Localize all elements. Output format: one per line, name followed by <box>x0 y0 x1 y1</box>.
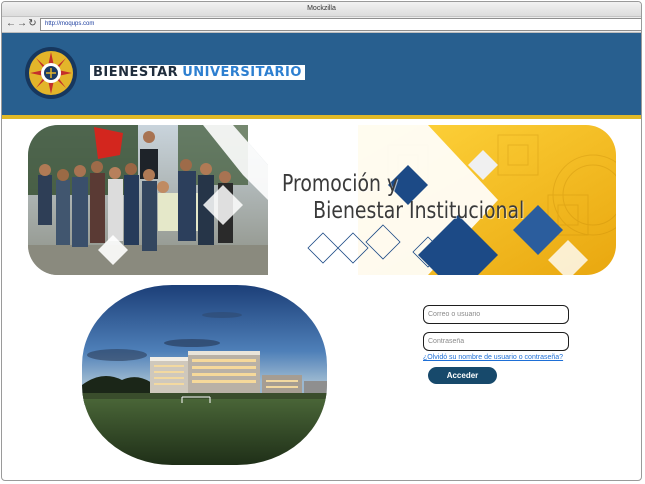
brand-logo: BIENESTAR UNIVERSITARIO <box>90 65 305 80</box>
forward-arrow-icon[interactable]: → <box>17 19 27 29</box>
site-header: BIENESTAR UNIVERSITARIO <box>2 33 641 119</box>
user-input[interactable] <box>423 305 569 324</box>
address-bar[interactable]: http://moqups.com <box>40 18 641 31</box>
brand-text-universitario: UNIVERSITARIO <box>181 65 305 80</box>
browser-window: Mockzilla ← → ↻ http://moqups.com BIENES… <box>1 1 642 481</box>
university-seal-icon <box>25 47 77 99</box>
brand-text-bienestar: BIENESTAR <box>90 65 182 80</box>
window-title: Mockzilla <box>2 2 641 17</box>
forgot-credentials-link[interactable]: ¿Olvidó su nombre de usuario o contraseñ… <box>423 354 573 361</box>
campus-image <box>82 285 327 465</box>
campus-building-photo <box>82 285 327 465</box>
banner-title: Promoción y Bienestar Institucional <box>282 171 524 225</box>
banner-title-line2: Bienestar Institucional <box>313 198 525 224</box>
back-arrow-icon[interactable]: ← <box>6 19 16 29</box>
browser-toolbar: ← → ↻ http://moqups.com <box>2 17 641 33</box>
login-button[interactable]: Acceder <box>428 367 497 384</box>
hero-banner: Promoción y Bienestar Institucional <box>28 125 616 275</box>
reload-icon[interactable]: ↻ <box>28 19 37 29</box>
password-input[interactable] <box>423 332 569 351</box>
banner-title-line1: Promoción y <box>282 171 399 197</box>
login-form: ¿Olvidó su nombre de usuario o contraseñ… <box>423 305 573 384</box>
